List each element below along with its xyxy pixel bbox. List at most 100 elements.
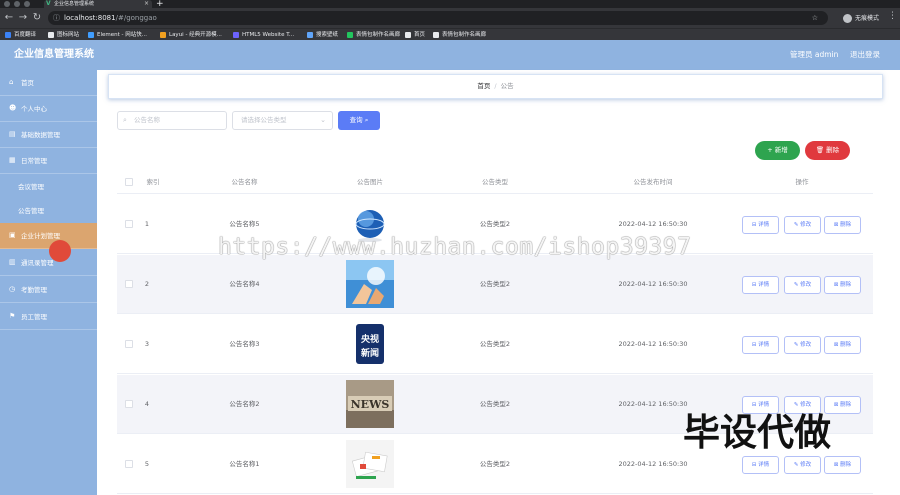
staff-icon: ⚑	[9, 312, 16, 320]
detail-button[interactable]: ⊟ 详情	[742, 216, 779, 234]
announcement-name-input[interactable]: ⌕ 公告名称	[117, 111, 227, 130]
back-icon[interactable]: ←	[3, 11, 15, 25]
sidebar-item-home[interactable]: ⌂ 首页	[0, 70, 97, 96]
sidebar-item-daily[interactable]: ▦ 日常管理	[0, 148, 97, 174]
row-time: 2022-04-12 16:50:30	[618, 280, 688, 288]
url-host: localhost:8081	[64, 14, 116, 22]
row-checkbox[interactable]	[125, 220, 133, 228]
bookmark-icon	[160, 32, 166, 38]
url-field[interactable]: ⓘ localhost:8081/#/gonggao ☆	[48, 11, 828, 25]
bookmark-icon	[347, 32, 353, 38]
name-placeholder: 公告名称	[134, 116, 160, 124]
breadcrumb-home[interactable]: 首页	[477, 82, 490, 90]
detail-button[interactable]: ⊟ 详情	[742, 456, 779, 474]
row-index: 3	[144, 340, 150, 348]
bookmark-star-icon[interactable]: ☆	[812, 11, 818, 25]
edit-icon: ✎	[793, 282, 799, 288]
sidebar-item-attendance[interactable]: ◷ 考勤管理	[0, 277, 97, 303]
window-control-icon[interactable]	[24, 1, 30, 7]
announcement-image-news-blocks: NEWS	[346, 380, 394, 428]
home-icon: ⌂	[9, 78, 14, 86]
delete-button[interactable]: ⊠ 删除	[824, 336, 861, 354]
column-header: 公告发布时间	[633, 178, 673, 186]
edit-button[interactable]: ✎ 修改	[784, 276, 821, 294]
edit-button[interactable]: ✎ 修改	[784, 456, 821, 474]
row-name: 公告名称1	[229, 460, 260, 468]
search-icon: ⌕	[123, 116, 127, 124]
site-info-icon[interactable]: ⓘ	[53, 11, 60, 25]
trash-icon: ⊠	[833, 222, 839, 228]
row-index: 2	[144, 280, 150, 288]
sidebar-item-profile[interactable]: ☻ 个人中心	[0, 96, 97, 122]
row-index: 5	[144, 460, 150, 468]
delete-button[interactable]: ⊠ 删除	[824, 276, 861, 294]
incognito-profile[interactable]: 无痕模式	[843, 13, 879, 24]
delete-button[interactable]: ⊠ 删除	[824, 456, 861, 474]
announcement-image-hands	[346, 260, 394, 308]
delete-button[interactable]: ⊠ 删除	[824, 216, 861, 234]
row-name: 公告名称4	[229, 280, 260, 288]
url-path: /#/gonggao	[115, 14, 157, 22]
close-tab-icon[interactable]: ×	[144, 0, 149, 8]
detail-icon: ⊟	[751, 462, 757, 468]
forward-icon[interactable]: →	[17, 11, 29, 25]
sidebar-item-base-data[interactable]: ▤ 基础数据管理	[0, 122, 97, 148]
sidebar-item-announcements[interactable]: 公告管理	[0, 198, 97, 224]
cctv-top-text: 央视	[361, 333, 379, 345]
sidebar-item-meetings[interactable]: 会议管理	[0, 174, 97, 200]
announcement-type-select[interactable]: 请选择公告类型 ⌄	[232, 111, 333, 130]
trash-icon: ⊠	[833, 462, 839, 468]
row-checkbox[interactable]	[125, 280, 133, 288]
sidebar: ⌂ 首页 ☻ 个人中心 ▤ 基础数据管理 ▦ 日常管理 会议管理 公告管理 ▣ 企业计划管…	[0, 70, 97, 495]
bookmark-icon	[433, 32, 439, 38]
user-icon: ☻	[9, 104, 17, 112]
browser-menu-icon[interactable]: ⋮	[888, 11, 897, 21]
row-index: 4	[144, 400, 150, 408]
window-control-icon[interactable]	[4, 1, 10, 7]
trash-icon: ⊠	[833, 402, 839, 408]
column-header: 公告名称	[231, 178, 258, 186]
select-all-checkbox[interactable]	[125, 178, 133, 186]
search-icon: ⌕	[364, 116, 369, 124]
row-name: 公告名称2	[229, 400, 260, 408]
detail-icon: ⊟	[751, 282, 757, 288]
query-label: 查询	[349, 116, 363, 124]
column-header: 公告图片	[357, 178, 383, 186]
breadcrumb-separator: /	[494, 82, 497, 90]
reload-icon[interactable]: ↻	[31, 11, 43, 25]
logout-link[interactable]: 退出登录	[850, 40, 880, 70]
bookmark-icon	[233, 32, 239, 38]
batch-delete-button[interactable]: 🗑 删除	[805, 141, 850, 160]
row-type: 公告类型2	[479, 340, 511, 348]
sidebar-item-plans[interactable]: ▣ 企业计划管理	[0, 223, 97, 249]
plus-icon: +	[767, 146, 773, 154]
detail-button[interactable]: ⊟ 详情	[742, 336, 779, 354]
sidebar-item-staff[interactable]: ⚑ 员工管理	[0, 304, 97, 330]
current-user: 管理员 admin	[790, 50, 839, 59]
edit-icon: ✎	[793, 342, 799, 348]
query-button[interactable]: 查询 ⌕	[338, 111, 380, 130]
type-placeholder: 请选择公告类型	[241, 116, 287, 124]
browser-tab[interactable]: V 企业信息管理系统 ×	[44, 0, 152, 8]
row-name: 公告名称3	[229, 340, 260, 348]
table-row: 2 公告名称4 公告类型2 2022-04-12 16:50:30 ⊟ 详情 ✎…	[117, 255, 873, 314]
address-bar-row: ← → ↻ ⓘ localhost:8081/#/gonggao ☆ 无痕模式 …	[0, 8, 900, 28]
row-checkbox[interactable]	[125, 400, 133, 408]
app-header: 企业信息管理系统 管理员 admin 退出登录	[0, 40, 900, 70]
vue-logo-icon: V	[46, 0, 51, 7]
column-header: 操作	[795, 178, 809, 186]
row-checkbox[interactable]	[125, 340, 133, 348]
add-button[interactable]: + 新增	[755, 141, 800, 160]
trash-icon: ⊠	[833, 342, 839, 348]
trash-icon: ⊠	[833, 282, 839, 288]
detail-button[interactable]: ⊟ 详情	[742, 276, 779, 294]
row-checkbox[interactable]	[125, 460, 133, 468]
announcement-image-cards	[346, 440, 394, 488]
edit-button[interactable]: ✎ 修改	[784, 216, 821, 234]
edit-button[interactable]: ✎ 修改	[784, 336, 821, 354]
window-control-icon[interactable]	[14, 1, 20, 7]
breadcrumb-current: 公告	[500, 82, 514, 90]
bookmark-icon	[405, 32, 411, 38]
row-type: 公告类型2	[479, 460, 511, 468]
browser-tab-strip: V 企业信息管理系统 × +	[0, 0, 900, 9]
